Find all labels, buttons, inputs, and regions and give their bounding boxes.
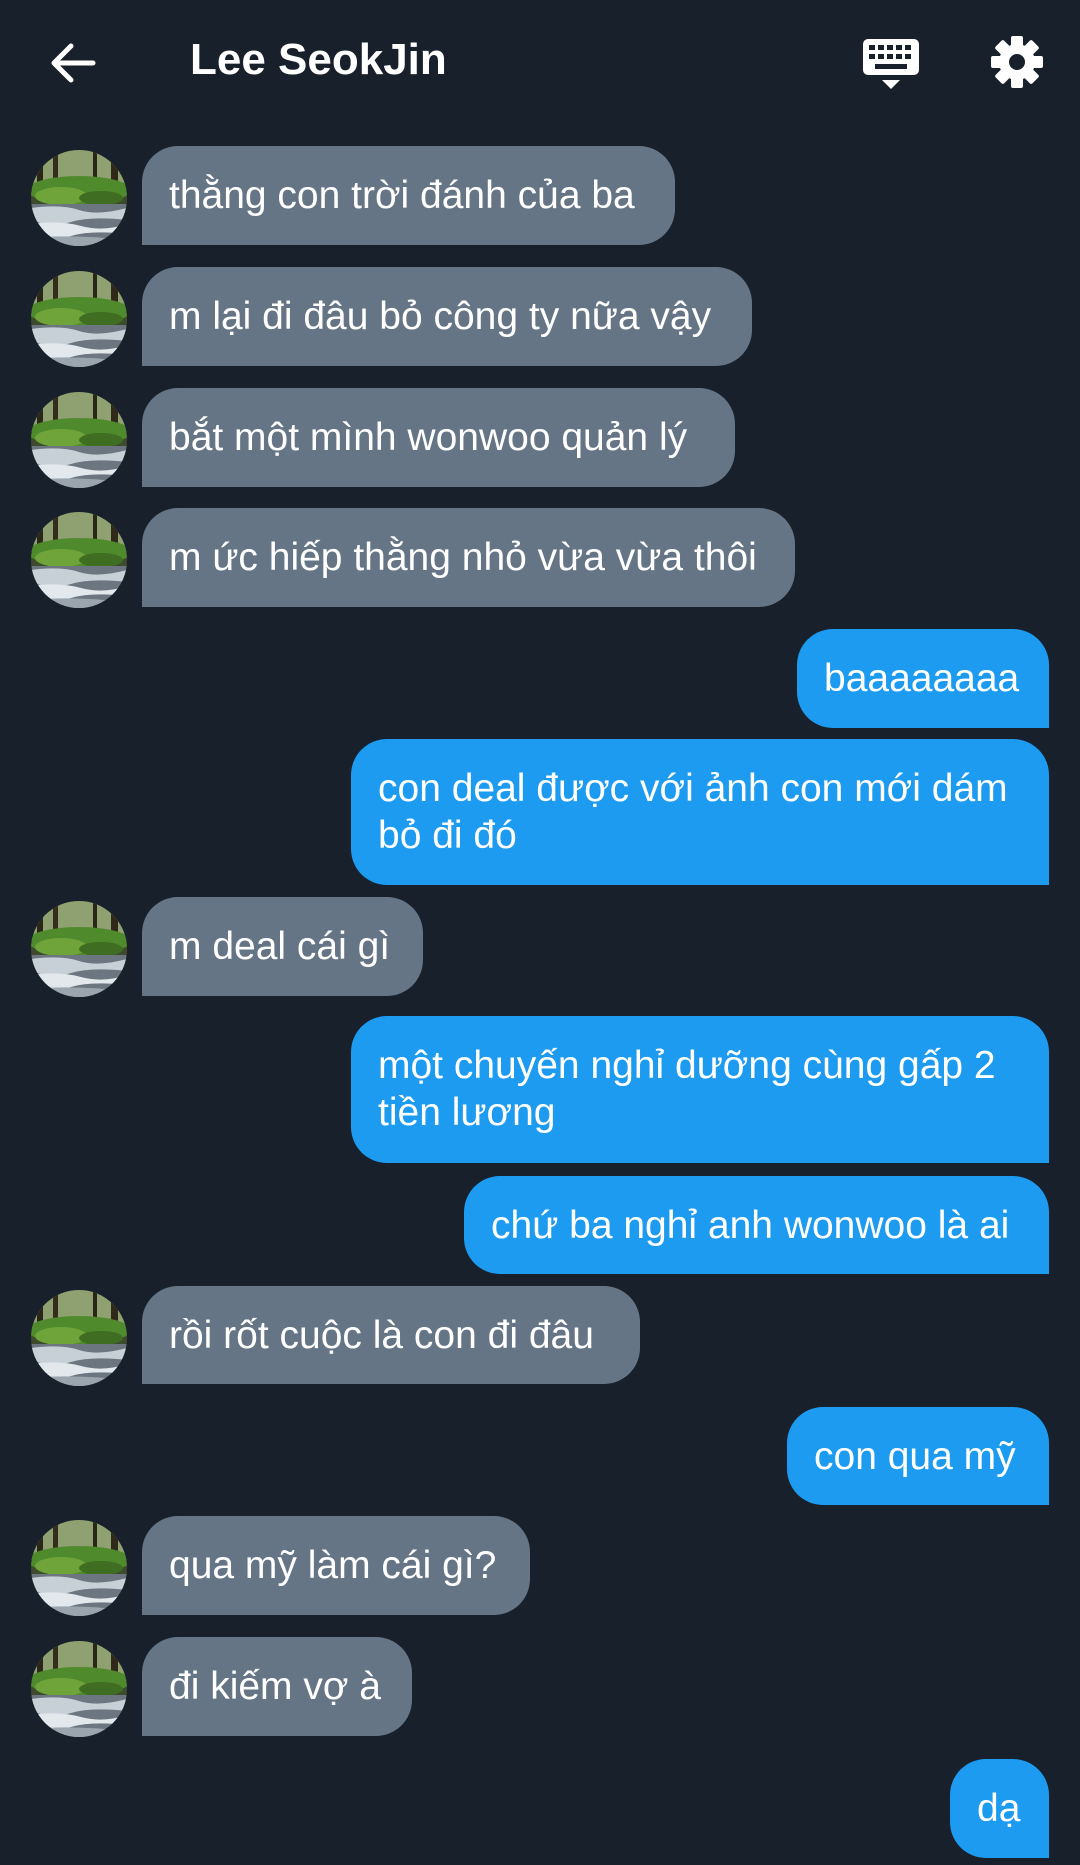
- contact-avatar[interactable]: [31, 901, 127, 997]
- contact-avatar[interactable]: [31, 392, 127, 488]
- outgoing-message: baaaaaaaa: [797, 629, 1049, 728]
- incoming-message: đi kiếm vợ à: [142, 1637, 412, 1736]
- outgoing-message: con qua mỹ: [787, 1407, 1049, 1505]
- incoming-message: qua mỹ làm cái gì?: [142, 1516, 530, 1615]
- outgoing-message: chứ ba nghỉ anh wonwoo là ai: [464, 1176, 1049, 1274]
- incoming-message: thằng con trời đánh của ba: [142, 146, 675, 245]
- incoming-message: m lại đi đâu bỏ công ty nữa vậy: [142, 267, 752, 366]
- incoming-message: bắt một mình wonwoo quản lý: [142, 388, 735, 487]
- chat-screen: Lee SeokJin thằng con trời đánh của ba m…: [0, 0, 1080, 1865]
- incoming-message: rồi rốt cuộc là con đi đâu: [142, 1286, 640, 1384]
- outgoing-message: một chuyến nghỉ dưỡng cùng gấp 2 tiền lư…: [351, 1016, 1049, 1163]
- contact-avatar[interactable]: [31, 512, 127, 608]
- outgoing-message: con deal được với ảnh con mới dám bỏ đi …: [351, 739, 1049, 885]
- contact-avatar[interactable]: [31, 271, 127, 367]
- message-thread: thằng con trời đánh của ba m lại đi đâu …: [0, 0, 1080, 1865]
- outgoing-message: dạ: [950, 1759, 1049, 1858]
- incoming-message: m deal cái gì: [142, 897, 423, 996]
- contact-avatar[interactable]: [31, 150, 127, 246]
- contact-avatar[interactable]: [31, 1641, 127, 1737]
- contact-avatar[interactable]: [31, 1290, 127, 1386]
- contact-avatar[interactable]: [31, 1520, 127, 1616]
- incoming-message: m ức hiếp thằng nhỏ vừa vừa thôi: [142, 508, 795, 607]
